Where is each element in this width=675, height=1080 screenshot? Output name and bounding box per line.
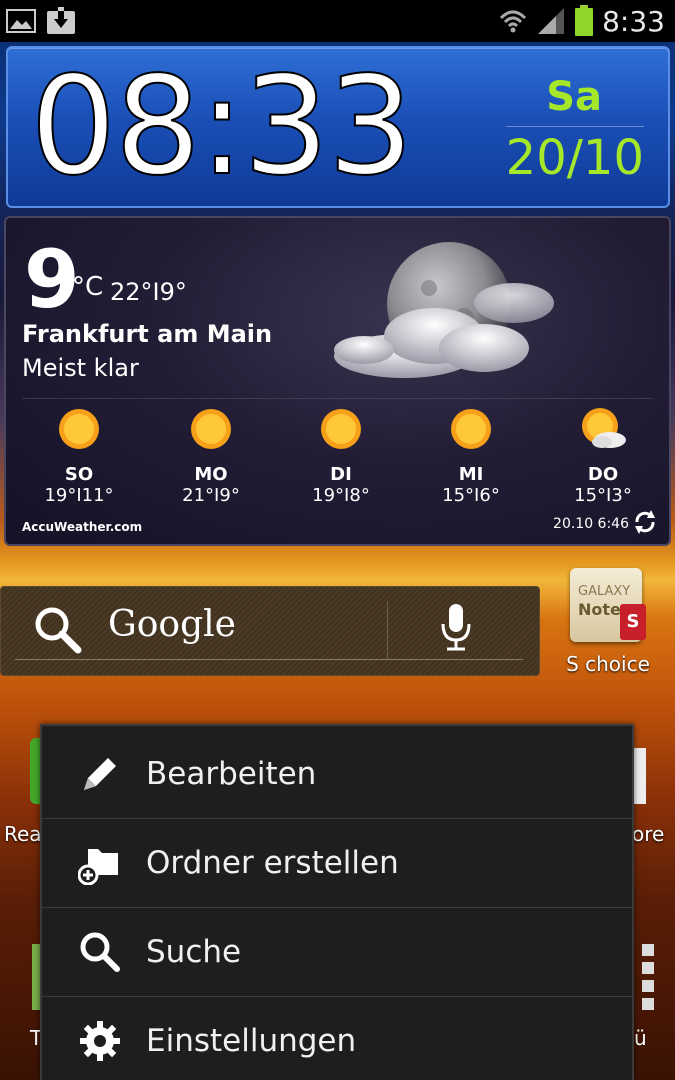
forecast-day-name: MI xyxy=(458,464,484,485)
forecast-day-name: SO xyxy=(64,464,94,485)
microphone-icon[interactable] xyxy=(438,602,474,652)
forecast-day: MO 21°I9° xyxy=(156,404,266,506)
battery-icon xyxy=(575,5,594,36)
menu-item-label: Einstellungen xyxy=(146,1022,357,1059)
forecast-temps: 15°I3° xyxy=(574,485,632,506)
google-underline xyxy=(15,659,523,660)
sun-icon xyxy=(191,409,231,449)
s-choice-note-text: Note xyxy=(578,600,621,619)
weather-condition: Meist klar xyxy=(22,354,139,382)
weather-high-low: 22°I9° xyxy=(110,278,187,306)
google-separator xyxy=(387,601,388,659)
clock-day: Sa xyxy=(546,74,602,120)
search-icon xyxy=(80,932,120,972)
forecast-temps: 19°I8° xyxy=(312,485,370,506)
menu-item-label: Bearbeiten xyxy=(146,756,317,792)
context-menu: Bearbeiten Ordner erstellen Suche Einste… xyxy=(40,724,634,1080)
forecast-day: MI 15°I6° xyxy=(416,404,526,506)
moon-cloud-icon xyxy=(334,242,554,378)
menu-item-suche[interactable]: Suche xyxy=(42,907,632,995)
menu-item-label: Suche xyxy=(146,933,242,970)
status-time: 8:33 xyxy=(602,4,665,38)
partial-app-label: ü xyxy=(634,1026,647,1050)
refresh-icon[interactable] xyxy=(631,508,659,536)
forecast-day-name: DO xyxy=(587,464,619,485)
weather-unit: °C xyxy=(72,272,104,302)
apps-grid-icon xyxy=(642,944,654,1010)
sun-icon xyxy=(321,409,361,449)
forecast-temps: 21°I9° xyxy=(182,485,240,506)
menu-item-einstellungen[interactable]: Einstellungen xyxy=(42,996,632,1080)
weather-widget[interactable]: 9 °C 22°I9° Frankfurt am Main Meist klar xyxy=(4,216,671,546)
sun-icon xyxy=(59,409,99,449)
signal-icon xyxy=(538,8,565,34)
clock-widget[interactable]: 08:33 Sa 20/10 xyxy=(6,46,670,208)
forecast-temps: 19°I11° xyxy=(44,485,114,506)
clock-time: 08:33 xyxy=(29,48,415,206)
partial-app-label: Rea xyxy=(4,822,42,846)
forecast-day-name: DI xyxy=(330,464,352,485)
wifi-icon xyxy=(500,10,527,33)
sun-icon xyxy=(451,409,491,449)
forecast-day-name: MO xyxy=(194,464,228,485)
gear-icon xyxy=(80,1020,120,1061)
forecast-day: DO 15°I3° xyxy=(548,404,658,506)
search-icon[interactable] xyxy=(32,604,84,656)
weather-city: Frankfurt am Main xyxy=(22,320,273,348)
forecast-temps: 15°I6° xyxy=(442,485,500,506)
s-choice-galaxy-text: GALAXY xyxy=(578,584,631,599)
menu-item-bearbeiten[interactable]: Bearbeiten xyxy=(42,730,632,818)
status-bar: 8:33 xyxy=(0,0,675,42)
weather-brand: AccuWeather.com xyxy=(22,520,143,534)
google-logo[interactable]: Google xyxy=(108,604,236,645)
s-choice-app-icon[interactable]: GALAXY Note S xyxy=(570,568,646,642)
clock-date: 20/10 xyxy=(505,130,644,186)
add-folder-icon xyxy=(78,848,118,885)
weather-updated-time: 20.10 6:46 xyxy=(553,516,629,532)
sun-cloud-icon xyxy=(582,408,626,448)
gallery-icon xyxy=(6,9,36,33)
menu-item-ordner-erstellen[interactable]: Ordner erstellen xyxy=(42,818,632,906)
download-icon xyxy=(47,7,75,34)
pencil-icon xyxy=(84,758,116,790)
partial-app-label: ore xyxy=(632,822,665,846)
partial-app-icon xyxy=(632,748,646,804)
menu-item-label: Ordner erstellen xyxy=(146,844,399,881)
forecast-day: SO 19°I11° xyxy=(24,404,134,506)
weather-separator xyxy=(22,398,653,399)
s-choice-label: S choice xyxy=(566,652,650,676)
clock-divider xyxy=(506,126,644,127)
forecast-day: DI 19°I8° xyxy=(286,404,396,506)
s-choice-tag: S xyxy=(620,604,646,640)
